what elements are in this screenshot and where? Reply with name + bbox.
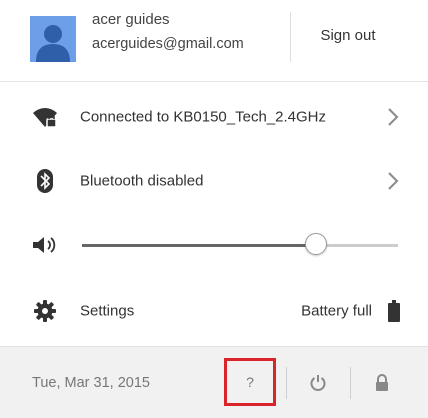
settings-row[interactable]: Settings Battery full	[0, 280, 428, 342]
footer-divider	[350, 367, 351, 399]
battery-full-icon	[388, 300, 400, 322]
avatar	[30, 16, 76, 62]
power-icon	[310, 375, 326, 391]
footer-bar: Tue, Mar 31, 2015 ?	[0, 346, 428, 418]
volume-slider-fill	[82, 244, 316, 247]
network-row[interactable]: Connected to KB0150_Tech_2.4GHz	[0, 86, 428, 148]
lock-button[interactable]	[362, 361, 402, 405]
chevron-right-icon	[388, 172, 399, 190]
settings-label: Settings	[80, 302, 135, 320]
bluetooth-row[interactable]: Bluetooth disabled	[0, 150, 428, 212]
date-label: Tue, Mar 31, 2015	[32, 374, 150, 391]
battery-status-label: Battery full	[301, 302, 372, 320]
account-name: acer guides	[92, 11, 170, 28]
speaker-icon[interactable]	[30, 231, 60, 259]
sign-out-button[interactable]: Sign out	[292, 8, 404, 62]
bluetooth-label: Bluetooth disabled	[80, 172, 204, 190]
wifi-locked-icon	[30, 103, 60, 131]
account-email: acerguides@gmail.com	[92, 36, 244, 52]
volume-slider[interactable]	[82, 233, 398, 255]
person-icon	[30, 16, 76, 62]
volume-slider-thumb[interactable]	[304, 233, 327, 255]
account-divider	[290, 12, 291, 62]
bluetooth-icon	[30, 167, 60, 195]
volume-row	[0, 214, 428, 276]
help-button[interactable]: ?	[224, 358, 276, 406]
power-button[interactable]	[298, 361, 338, 405]
gear-icon	[30, 297, 60, 325]
account-section: acer guides acerguides@gmail.com Sign ou…	[0, 0, 428, 82]
lock-icon	[376, 374, 388, 391]
status-tray-panel: acer guides acerguides@gmail.com Sign ou…	[0, 0, 428, 418]
chevron-right-icon	[388, 108, 399, 126]
footer-divider	[286, 367, 287, 399]
network-label: Connected to KB0150_Tech_2.4GHz	[80, 108, 326, 126]
